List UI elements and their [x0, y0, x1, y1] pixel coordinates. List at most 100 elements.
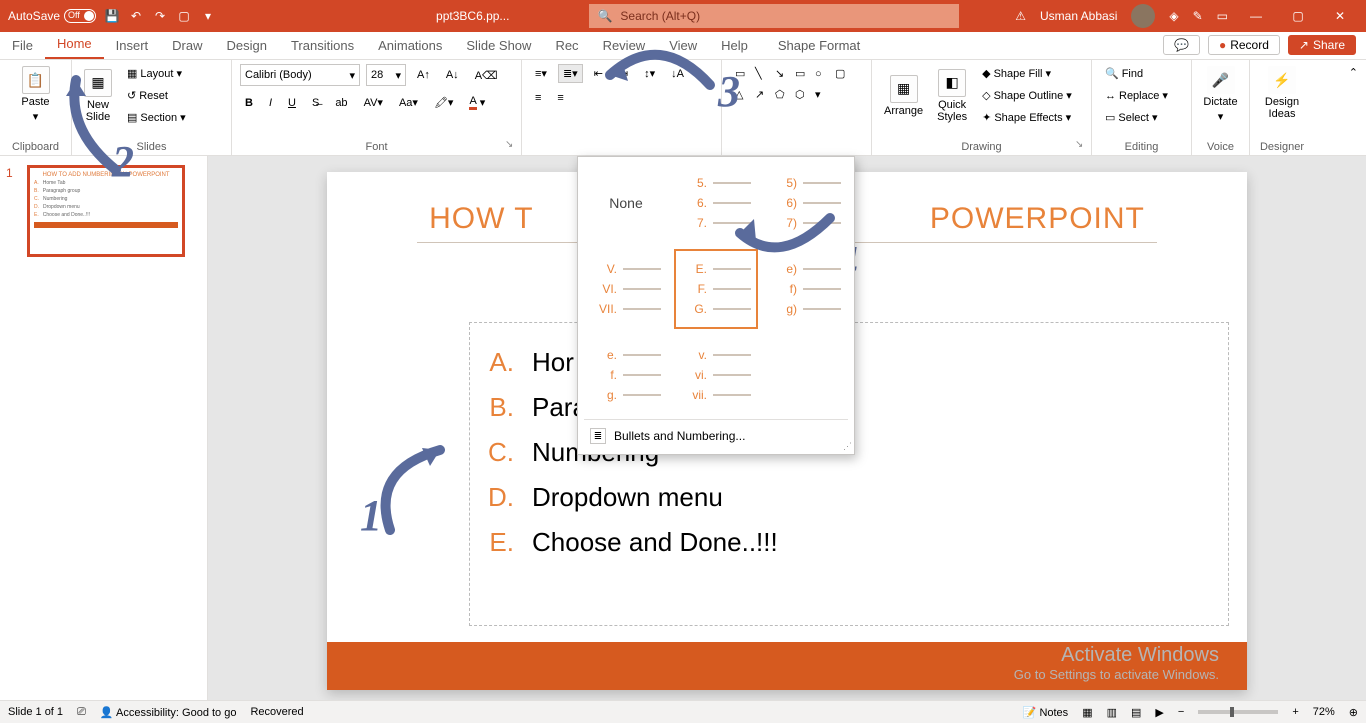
tab-design[interactable]: Design	[215, 32, 279, 59]
quick-styles-button[interactable]: ◧Quick Styles	[933, 67, 971, 125]
slide-counter[interactable]: Slide 1 of 1	[8, 706, 63, 718]
shape-rect[interactable]: ▭	[790, 64, 808, 83]
design-ideas-button[interactable]: ⚡Design Ideas	[1258, 64, 1306, 122]
pen-icon[interactable]: ✎	[1193, 9, 1203, 23]
shape-outline-button[interactable]: ◇ Shape Outline ▾	[977, 86, 1077, 105]
shapes-gallery-expand[interactable]: ▾	[810, 85, 828, 104]
diamond-icon[interactable]: ◈	[1169, 9, 1178, 23]
language-icon[interactable]: ⎚	[77, 706, 86, 719]
decrease-font-button[interactable]: A↓	[441, 66, 464, 84]
shape-oval[interactable]: ○	[810, 64, 828, 83]
slide-thumbnail-1[interactable]: 1 HOW TO ADD NUMBERING IN POWERPOINT A.H…	[10, 166, 197, 256]
shadow-button[interactable]: ab	[330, 94, 352, 112]
zoom-slider[interactable]	[1198, 710, 1278, 714]
present-icon[interactable]: ▢	[176, 8, 192, 24]
shape-more4[interactable]: ⬡	[790, 85, 808, 104]
shape-more3[interactable]: ⬠	[770, 85, 788, 104]
numbering-button[interactable]: ≣▾	[558, 64, 583, 83]
zoom-level[interactable]: 72%	[1313, 706, 1335, 718]
user-avatar[interactable]	[1131, 4, 1155, 28]
ribbon-display-icon[interactable]: ▭	[1217, 9, 1228, 23]
share-button[interactable]: ↗ Share	[1288, 35, 1356, 55]
normal-view-button[interactable]: ▦	[1082, 706, 1092, 719]
resize-handle[interactable]: ⋰	[843, 441, 852, 452]
tab-file[interactable]: File	[0, 32, 45, 59]
font-color-button[interactable]: A▾	[464, 92, 490, 113]
tab-slideshow[interactable]: Slide Show	[454, 32, 543, 59]
bold-button[interactable]: B	[240, 94, 258, 112]
numbering-style-3[interactable]: V. VI. VII.	[584, 249, 668, 329]
tab-review[interactable]: Review	[591, 32, 658, 59]
clear-formatting-button[interactable]: A⌫	[470, 66, 503, 85]
user-name[interactable]: Usman Abbasi	[1040, 9, 1117, 23]
customize-qat-icon[interactable]: ▾	[200, 8, 216, 24]
replace-button[interactable]: ↔ Replace ▾	[1100, 86, 1183, 105]
shape-more2[interactable]: ↗	[750, 85, 768, 104]
strike-button[interactable]: S̶	[307, 94, 324, 112]
numbering-style-2[interactable]: 5) 6) 7)	[764, 163, 848, 243]
save-icon[interactable]: 💾	[104, 8, 120, 24]
fit-to-window-button[interactable]: ⊕	[1349, 706, 1358, 719]
font-dialog-icon[interactable]: ↘	[505, 139, 517, 151]
numbering-style-4-selected[interactable]: E. F. G.	[674, 249, 758, 329]
close-button[interactable]: ✕	[1326, 9, 1354, 23]
font-size-combo[interactable]: 28▾	[366, 64, 406, 86]
tab-help[interactable]: Help	[709, 32, 760, 59]
layout-button[interactable]: ▦ Layout ▾	[122, 64, 191, 83]
numbering-style-7[interactable]: v. vi. vii.	[674, 335, 758, 415]
maximize-button[interactable]: ▢	[1284, 9, 1312, 23]
record-button[interactable]: ●Record	[1208, 35, 1280, 55]
line-spacing-button[interactable]: ↕▾	[639, 64, 660, 83]
dictate-button[interactable]: 🎤Dictate▾	[1200, 64, 1241, 125]
shape-fill-button[interactable]: ◆ Shape Fill ▾	[977, 64, 1077, 83]
tab-transitions[interactable]: Transitions	[279, 32, 366, 59]
tab-insert[interactable]: Insert	[104, 32, 161, 59]
drawing-dialog-icon[interactable]: ↘	[1075, 139, 1087, 151]
new-slide-button[interactable]: ▦ New Slide	[80, 67, 116, 125]
text-direction-button[interactable]: ↓A	[666, 65, 689, 83]
notes-button[interactable]: 📝 Notes	[1023, 706, 1069, 719]
select-button[interactable]: ▭ Select ▾	[1100, 108, 1183, 127]
char-spacing-button[interactable]: AV▾	[359, 93, 388, 112]
increase-indent-button[interactable]: ⇥	[614, 64, 633, 83]
tab-animations[interactable]: Animations	[366, 32, 454, 59]
tab-shape-format[interactable]: Shape Format	[766, 32, 872, 59]
autosave-toggle[interactable]: AutoSave Off	[8, 9, 96, 23]
section-button[interactable]: ▤ Section ▾	[122, 108, 191, 127]
minimize-button[interactable]: —	[1242, 9, 1270, 23]
tab-record[interactable]: Rec	[543, 32, 590, 59]
font-name-combo[interactable]: Calibri (Body)▾	[240, 64, 360, 86]
shape-arrow[interactable]: ↘	[770, 64, 788, 83]
collapse-ribbon-icon[interactable]: ⌃	[1349, 66, 1358, 149]
redo-icon[interactable]: ↷	[152, 8, 168, 24]
paste-button[interactable]: 📋 Paste ▾	[8, 64, 63, 125]
shape-effects-button[interactable]: ✦ Shape Effects ▾	[977, 108, 1077, 127]
bullets-button[interactable]: ≡▾	[530, 64, 552, 83]
shape-line[interactable]: ╲	[750, 64, 768, 83]
increase-font-button[interactable]: A↑	[412, 66, 435, 84]
zoom-in-button[interactable]: +	[1292, 706, 1298, 718]
reset-button[interactable]: ↺ Reset	[122, 86, 191, 105]
underline-button[interactable]: U	[283, 94, 301, 112]
sorter-view-button[interactable]: ▥	[1107, 706, 1117, 719]
numbering-style-6[interactable]: e. f. g.	[584, 335, 668, 415]
zoom-out-button[interactable]: −	[1178, 706, 1184, 718]
arrange-button[interactable]: ▦Arrange	[880, 73, 927, 119]
highlight-button[interactable]: 🖍▾	[429, 93, 459, 112]
slideshow-view-button[interactable]: ▶	[1155, 706, 1163, 719]
thumbnail-panel[interactable]: 1 HOW TO ADD NUMBERING IN POWERPOINT A.H…	[0, 156, 208, 700]
warning-icon[interactable]: ⚠	[1015, 9, 1026, 23]
search-box[interactable]: 🔍 Search (Alt+Q)	[589, 4, 959, 28]
find-button[interactable]: 🔍 Find	[1100, 64, 1183, 83]
italic-button[interactable]: I	[264, 94, 277, 112]
tab-home[interactable]: Home	[45, 30, 104, 59]
undo-icon[interactable]: ↶	[128, 8, 144, 24]
accessibility-status[interactable]: 👤 Accessibility: Good to go	[100, 706, 237, 719]
bullets-and-numbering-menu[interactable]: ≣ Bullets and Numbering...	[584, 419, 848, 448]
numbering-style-5[interactable]: e) f) g)	[764, 249, 848, 329]
tab-draw[interactable]: Draw	[160, 32, 214, 59]
numbering-style-1[interactable]: 5. 6. 7.	[674, 163, 758, 243]
align-center-button[interactable]: ≡	[552, 89, 568, 107]
comments-button[interactable]: 💬	[1163, 35, 1200, 55]
decrease-indent-button[interactable]: ⇤	[589, 64, 608, 83]
